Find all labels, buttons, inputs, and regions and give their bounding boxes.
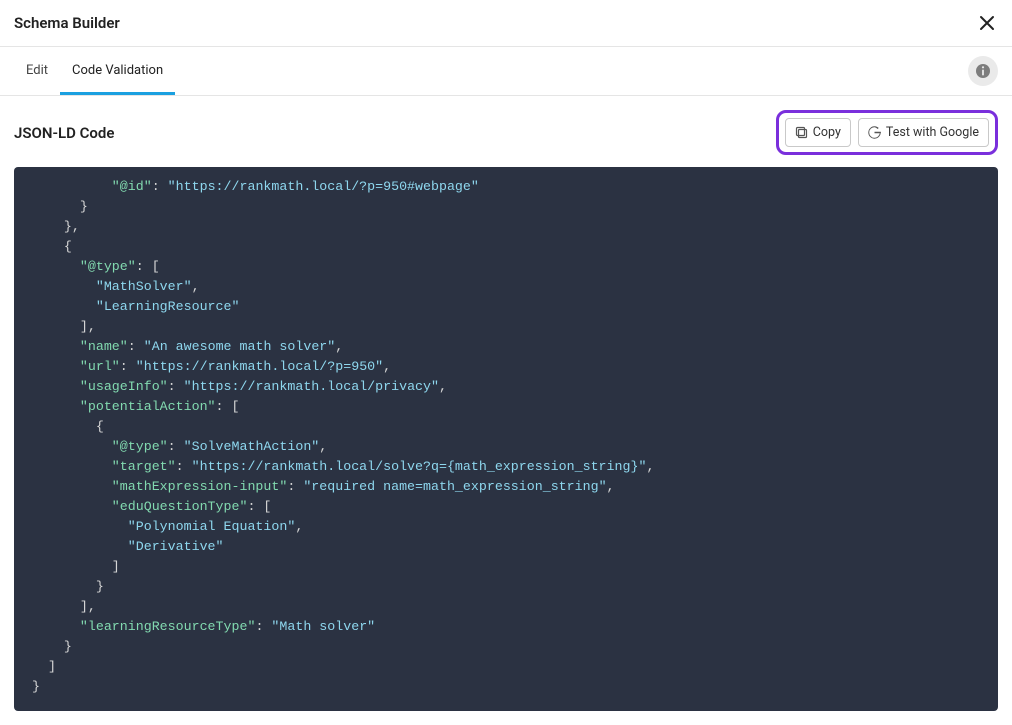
tab-code-validation[interactable]: Code Validation: [60, 47, 175, 95]
modal-header: Schema Builder: [0, 0, 1012, 47]
copy-button-label: Copy: [813, 125, 841, 140]
test-google-button[interactable]: Test with Google: [858, 118, 989, 147]
copy-icon: [795, 126, 808, 139]
info-icon: [975, 63, 991, 79]
section-title: JSON-LD Code: [14, 124, 114, 142]
tab-edit[interactable]: Edit: [14, 47, 60, 95]
modal-title: Schema Builder: [14, 14, 120, 32]
close-icon: [978, 14, 996, 32]
info-button[interactable]: [968, 56, 998, 86]
code-block[interactable]: "@id": "https://rankmath.local/?p=950#we…: [14, 167, 998, 711]
close-button[interactable]: [978, 14, 996, 32]
tabs: Edit Code Validation: [14, 47, 175, 95]
content-area: JSON-LD Code Copy Test with Google "@id"…: [0, 96, 1012, 725]
test-google-button-label: Test with Google: [886, 125, 979, 140]
copy-button[interactable]: Copy: [785, 118, 851, 147]
action-buttons-highlight: Copy Test with Google: [776, 110, 998, 155]
google-icon: [868, 126, 881, 139]
tabs-row: Edit Code Validation: [0, 47, 1012, 96]
section-header: JSON-LD Code Copy Test with Google: [14, 110, 998, 155]
